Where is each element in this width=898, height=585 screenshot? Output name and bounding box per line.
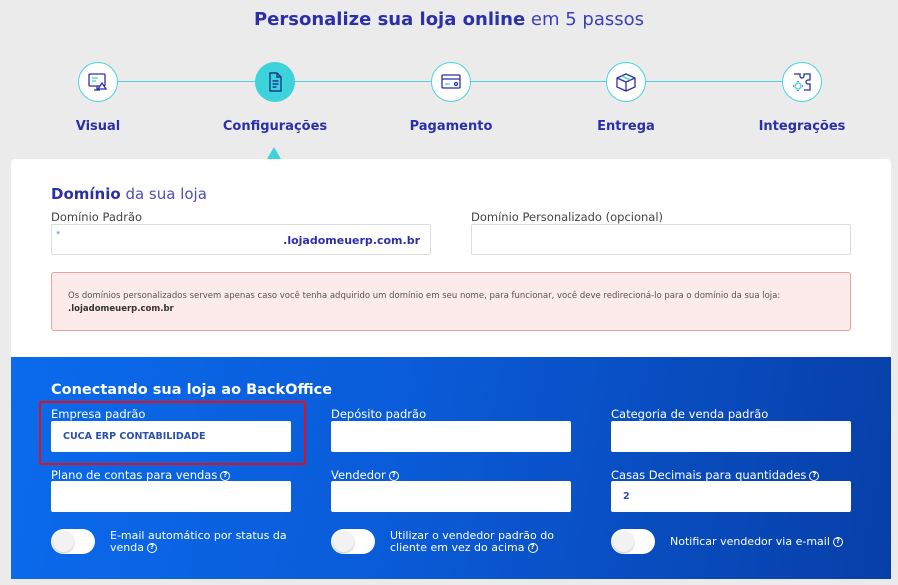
plano-select[interactable]	[51, 481, 291, 512]
step-entrega[interactable]: Entrega	[546, 62, 706, 134]
document-icon	[255, 62, 295, 102]
domain-section-title: Domínio da sua loja	[51, 185, 207, 203]
notificar-vendedor-label: Notificar vendedor via e-mail?	[670, 536, 843, 548]
custom-domain-input[interactable]	[471, 224, 851, 255]
toggle-knob	[333, 531, 354, 552]
box-icon	[606, 62, 646, 102]
notificar-vendedor-toggle[interactable]	[611, 529, 655, 554]
help-icon[interactable]: ?	[146, 543, 157, 553]
domain-card: Domínio da sua loja Domínio Padrão * .lo…	[11, 159, 891, 359]
help-icon[interactable]: ?	[220, 470, 231, 481]
step-pagamento[interactable]: Pagamento	[371, 62, 531, 134]
wizard-steps: Visual Configurações Pagamento Entrega I…	[0, 0, 898, 160]
email-status-toggle[interactable]	[51, 529, 95, 554]
empresa-highlight-box	[39, 401, 306, 465]
alert-text: Os domínios personalizados servem apenas…	[68, 291, 781, 301]
email-status-label: E-mail automático por status da venda?	[110, 529, 287, 554]
active-step-pointer	[267, 147, 281, 159]
puzzle-gear-icon	[782, 62, 822, 102]
vendedor-padrao-toggle[interactable]	[331, 529, 375, 554]
help-icon[interactable]: ?	[832, 537, 843, 547]
vendedor-padrao-label: Utilizar o vendedor padrão do cliente em…	[390, 529, 554, 554]
alert-domain: .lojadomeuerp.com.br	[68, 304, 174, 314]
vendedor-select[interactable]	[331, 481, 571, 512]
help-icon[interactable]: ?	[527, 543, 538, 553]
step-configuracoes[interactable]: Configurações	[195, 62, 355, 134]
backoffice-panel: Conectando sua loja ao BackOffice Empres…	[11, 357, 891, 579]
domain-suffix: .lojadomeuerp.com.br	[283, 234, 420, 247]
toggle-knob	[613, 531, 634, 552]
step-integracoes[interactable]: Integrações	[722, 62, 882, 134]
help-icon[interactable]: ?	[388, 470, 399, 481]
subdomain-placeholder: *	[56, 229, 61, 241]
domain-alert: Os domínios personalizados servem apenas…	[51, 272, 851, 331]
custom-domain-label: Domínio Personalizado (opcional)	[471, 210, 664, 224]
categoria-select[interactable]	[611, 421, 851, 452]
toggle-knob	[53, 531, 74, 552]
casas-decimais-input[interactable]: 2	[611, 481, 851, 512]
deposito-select[interactable]	[331, 421, 571, 452]
default-domain-label: Domínio Padrão	[51, 210, 143, 224]
help-icon[interactable]: ?	[809, 470, 820, 481]
default-domain-input[interactable]: * .lojadomeuerp.com.br	[51, 224, 431, 255]
monitor-icon	[78, 62, 118, 102]
payment-card-icon	[431, 62, 471, 102]
step-visual[interactable]: Visual	[18, 62, 178, 134]
plano-label: Plano de contas para vendas?	[51, 468, 231, 482]
categoria-label: Categoria de venda padrão	[611, 407, 769, 421]
vendedor-label: Vendedor?	[331, 468, 399, 482]
deposito-label: Depósito padrão	[331, 407, 427, 421]
casas-decimais-label: Casas Decimais para quantidades?	[611, 468, 820, 482]
backoffice-title: Conectando sua loja ao BackOffice	[51, 382, 333, 398]
